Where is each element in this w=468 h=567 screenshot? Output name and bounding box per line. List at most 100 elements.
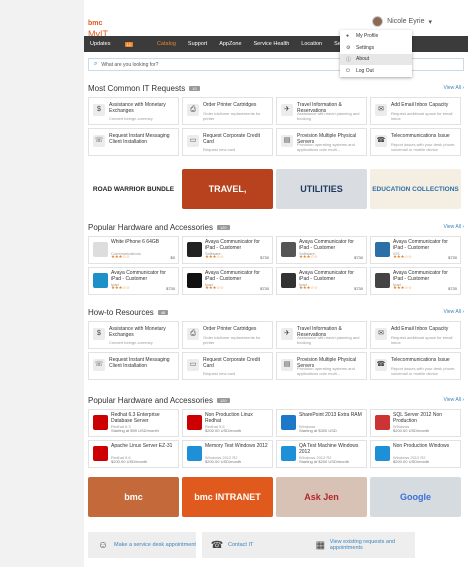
request-icon: $: [93, 328, 105, 340]
brand-name: bmc: [88, 20, 103, 27]
product-image: [375, 242, 390, 257]
product-tile[interactable]: SQL Server 2012 Non Production Windows $20…: [370, 409, 461, 437]
request-tile[interactable]: ☏ Request Instant Messaging Client Instal…: [88, 352, 179, 380]
request-tile[interactable]: ☎ Telecommunications Issue Report issues w…: [370, 128, 461, 156]
product-tile[interactable]: Avaya Communicator for iPad - Customer Ip…: [370, 267, 461, 295]
product-tile[interactable]: Avaya Communicator for iPad - Customer So…: [182, 236, 273, 264]
menu-item-settings[interactable]: ⚙ Settings: [340, 42, 412, 54]
product-price: $0: [170, 255, 175, 260]
request-icon: ⎙: [187, 104, 199, 116]
request-tile[interactable]: ⎙ Order Printer Cartridges Order ink/toner…: [182, 97, 273, 125]
product-tile[interactable]: Avaya Communicator for iPad - Customer Ip…: [182, 267, 273, 295]
product-image: [281, 242, 296, 257]
request-title: Assistance with Monetary Exchanges: [109, 326, 166, 338]
request-tile[interactable]: ✉ Add Email Inbox Capacity Request additio…: [370, 321, 461, 349]
promo-banner-2[interactable]: Ask Jen: [276, 477, 367, 517]
star-rating: ★★★☆☆: [393, 254, 412, 259]
request-tile[interactable]: $ Assistance with Monetary Exchanges Conve…: [88, 321, 179, 349]
request-title: Request Instant Messaging Client Install…: [109, 133, 170, 145]
request-tile[interactable]: ▭ Request Corporate Credit Card Request ne…: [182, 352, 273, 380]
request-tile[interactable]: $ Assistance with Monetary Exchanges Conve…: [88, 97, 179, 125]
promo-banner[interactable]: EDUCATION COLLECTIONS: [370, 169, 461, 209]
request-title: Add Email Inbox Capacity: [391, 326, 449, 332]
request-tile[interactable]: ✉ Add Email Inbox Capacity Request additio…: [370, 97, 461, 125]
product-logo: [187, 415, 202, 430]
request-subtitle: Provision operating systems and applicat…: [297, 142, 355, 152]
product-title: Avaya Communicator for iPad - Customer: [205, 239, 260, 251]
updates-badge: 12: [124, 41, 133, 47]
request-icon: ☏: [93, 135, 105, 147]
product-tile[interactable]: Non Production Windows Windows 2012 R2 $20…: [370, 440, 461, 468]
nav-item-support[interactable]: Support: [188, 41, 207, 47]
product-tile[interactable]: Memory Test Windows 2012 Windows 2012 R2 $…: [182, 440, 273, 468]
product-tile[interactable]: SharePoint 2013 Extra RAM Windows Starting…: [276, 409, 367, 437]
cta-label: Make a service desk appointment: [114, 542, 196, 548]
nav-item-service-health[interactable]: Service Health: [254, 41, 290, 47]
request-title: Add Email Inbox Capacity: [391, 102, 449, 108]
request-tile[interactable]: ▤ Provision Multiple Physical Servers Prov…: [276, 352, 367, 380]
service-desk-appointment-button[interactable]: ☺ Make a service desk appointment: [88, 532, 196, 558]
product-tile[interactable]: Avaya Communicator for iPad - Customer Ip…: [276, 267, 367, 295]
promo-banner[interactable]: ROAD WARRIOR BUNDLE: [88, 169, 179, 209]
menu-label: Log Out: [356, 68, 374, 75]
star-rating: ★★★☆☆: [111, 254, 130, 259]
contact-it-button[interactable]: ☎ Contact IT: [202, 532, 310, 558]
product-tile[interactable]: Redhat 6.3 Enterprise Database Server Red…: [88, 409, 179, 437]
menu-item-my-profile[interactable]: ● My Profile: [340, 30, 412, 42]
nav-item-location[interactable]: Location: [301, 41, 322, 47]
request-tile[interactable]: ⎙ Order Printer Cartridges Order ink/toner…: [182, 321, 273, 349]
banner-label: TRAVEL,: [208, 184, 247, 194]
app-window: bmc MyIT Nicole Eyrie ▾ Updates 12 Catalo…: [84, 0, 468, 567]
user-name: Nicole Eyrie: [387, 18, 425, 25]
product-title: QA Test Machine Windows 2012: [299, 443, 359, 455]
section-title-hardware-2: Popular Hardware and Accessories 120: [88, 395, 464, 405]
menu-item-log-out[interactable]: ⏻ Log Out: [340, 65, 412, 77]
star-rating: ★★★☆☆: [393, 285, 412, 290]
promo-banner[interactable]: TRAVEL,: [182, 169, 273, 209]
banner-label: EDUCATION COLLECTIONS: [372, 185, 459, 193]
nav-item-appzone[interactable]: AppZone: [219, 41, 241, 47]
request-tile[interactable]: ☏ Request Instant Messaging Client Instal…: [88, 128, 179, 156]
view-all-link[interactable]: View All ›: [424, 395, 464, 405]
product-logo: [375, 415, 390, 430]
product-price: Starting at $300 USD: [299, 428, 337, 433]
nav-item-updates[interactable]: Updates 12: [90, 41, 145, 47]
person-icon: ●: [346, 32, 350, 39]
product-title: Avaya Communicator for iPad - Customer: [299, 270, 354, 282]
promo-banner-2[interactable]: Google: [370, 477, 461, 517]
product-tile[interactable]: Apache Linux Server EZ-31 Redhat 5.6 $200.…: [88, 440, 179, 468]
request-title: Order Printer Cartridges: [203, 102, 257, 108]
request-title: Request Instant Messaging Client Install…: [109, 357, 170, 369]
product-logo: [281, 446, 296, 461]
product-tile[interactable]: Avaya Communicator for iPad - Customer Ip…: [88, 267, 179, 295]
promo-banner[interactable]: UTILITIES: [276, 169, 367, 209]
request-tile[interactable]: ▤ Provision Multiple Physical Servers Prov…: [276, 128, 367, 156]
product-tile[interactable]: Avaya Communicator for iPad - Customer So…: [276, 236, 367, 264]
product-price: $730: [260, 286, 269, 291]
request-tile[interactable]: ✈ Travel Information & Reservations Assist…: [276, 97, 367, 125]
request-tile[interactable]: ▭ Request Corporate Credit Card Request ne…: [182, 128, 273, 156]
nav-item-catalog[interactable]: Catalog: [157, 41, 176, 47]
view-all-link[interactable]: View All ›: [424, 83, 464, 93]
banner-label: Google: [400, 492, 431, 502]
view-requests-button[interactable]: ▦ View existing requests and appointment…: [307, 532, 415, 558]
request-tile[interactable]: ☎ Telecommunications Issue Report issues w…: [370, 352, 461, 380]
section-title: Popular Hardware and Accessories: [88, 222, 213, 232]
product-tile[interactable]: QA Test Machine Windows 2012 Windows 2012…: [276, 440, 367, 468]
brand-logo[interactable]: bmc MyIT: [88, 12, 108, 39]
menu-item-about[interactable]: ⓘ About: [340, 53, 412, 66]
request-icon: ⎙: [187, 328, 199, 340]
product-image: [93, 242, 108, 257]
product-logo: [281, 415, 296, 430]
request-subtitle: Convert foreign currency: [109, 339, 153, 345]
product-tile[interactable]: White iPhone 6 64GB Communications ★★★☆☆ $0: [88, 236, 179, 264]
request-tile[interactable]: ✈ Travel Information & Reservations Assist…: [276, 321, 367, 349]
product-price: Starting at $99 USD/month: [111, 428, 159, 433]
product-tile[interactable]: Avaya Communicator for iPad - Customer iO…: [370, 236, 461, 264]
user-menu-toggle[interactable]: Nicole Eyrie ▾: [372, 16, 432, 27]
view-all-link[interactable]: View All ›: [424, 222, 464, 232]
view-all-link[interactable]: View All ›: [424, 307, 464, 317]
product-tile[interactable]: Non Production Linux Redhat Redhat 5.6 $20…: [182, 409, 273, 437]
promo-banner-2[interactable]: bmc: [88, 477, 179, 517]
promo-banner-2[interactable]: bmc INTRANET: [182, 477, 273, 517]
